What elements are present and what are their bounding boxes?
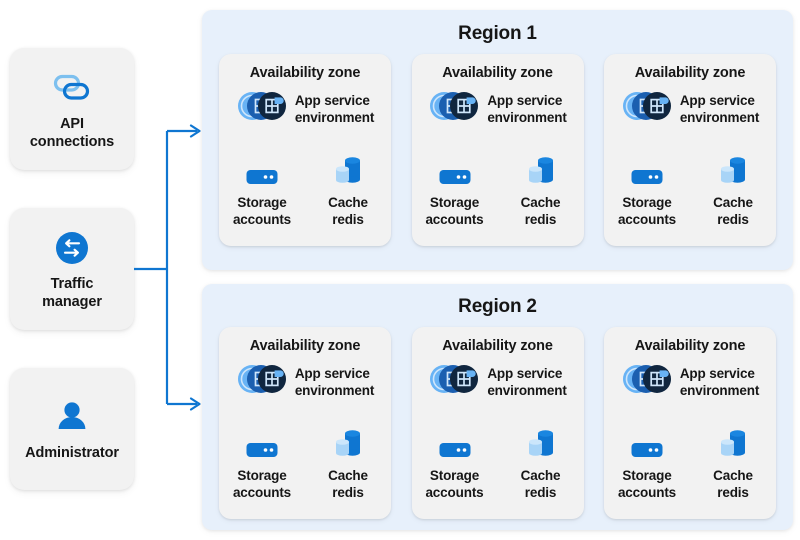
service-storage-accounts[interactable]: Storage accounts bbox=[228, 147, 296, 228]
app-service-environment-label: App service environment bbox=[487, 92, 567, 125]
api-connections-icon bbox=[52, 67, 92, 109]
sidebar-item-label: API connections bbox=[29, 116, 115, 150]
service-label: Storage accounts bbox=[232, 468, 292, 500]
availability-zone-title: Availability zone bbox=[634, 338, 746, 354]
region-panel-1: Region 1 Availability zone App service e… bbox=[202, 10, 793, 270]
app-service-environment-icon bbox=[621, 88, 673, 129]
availability-zone-card[interactable]: Availability zone App service environmen… bbox=[411, 327, 584, 519]
availability-zone-title: Availability zone bbox=[634, 65, 746, 81]
availability-zone-list: Availability zone App service environmen… bbox=[202, 54, 793, 246]
services-row: Storage accounts Cache redis bbox=[420, 147, 576, 228]
storage-accounts-icon bbox=[245, 420, 279, 460]
app-service-environment-label: App service environment bbox=[294, 365, 375, 398]
region-panel-2: Region 2 Availability zone App service e… bbox=[202, 284, 793, 530]
traffic-manager-icon bbox=[53, 227, 91, 269]
app-service-environment-row: App service environment bbox=[420, 361, 576, 402]
services-row: Storage accounts Cache redis bbox=[227, 420, 383, 501]
app-service-environment-icon bbox=[428, 88, 480, 129]
service-storage-accounts[interactable]: Storage accounts bbox=[613, 420, 681, 501]
storage-accounts-icon bbox=[630, 147, 664, 187]
sidebar-item-api-connections[interactable]: API connections bbox=[10, 48, 134, 170]
service-label: Storage accounts bbox=[617, 195, 677, 227]
service-cache-redis[interactable]: Cache redis bbox=[699, 420, 767, 501]
app-service-environment-label: App service environment bbox=[487, 365, 567, 398]
sidebar-item-administrator[interactable]: Administrator bbox=[10, 368, 134, 490]
app-service-environment-label: App service environment bbox=[679, 92, 760, 125]
service-storage-accounts[interactable]: Storage accounts bbox=[228, 420, 296, 501]
arrowhead-region-1 bbox=[189, 124, 201, 138]
service-label: Storage accounts bbox=[617, 468, 677, 500]
availability-zone-title: Availability zone bbox=[249, 65, 361, 81]
service-cache-redis[interactable]: Cache redis bbox=[507, 420, 575, 501]
availability-zone-title: Availability zone bbox=[442, 338, 553, 354]
app-service-environment-row: App service environment bbox=[420, 88, 576, 129]
service-label: Storage accounts bbox=[425, 468, 484, 500]
services-row: Storage accounts Cache redis bbox=[612, 147, 768, 228]
app-service-environment-icon bbox=[621, 361, 673, 402]
availability-zone-title: Availability zone bbox=[442, 65, 553, 81]
app-service-environment-row: App service environment bbox=[227, 88, 383, 129]
cache-redis-icon bbox=[331, 420, 365, 460]
app-service-environment-icon bbox=[236, 361, 288, 402]
service-storage-accounts[interactable]: Storage accounts bbox=[421, 420, 489, 501]
service-storage-accounts[interactable]: Storage accounts bbox=[613, 147, 681, 228]
app-service-environment-row: App service environment bbox=[227, 361, 383, 402]
services-row: Storage accounts Cache redis bbox=[612, 420, 768, 501]
sidebar-item-label: Administrator bbox=[25, 445, 119, 461]
service-label: Storage accounts bbox=[232, 195, 292, 227]
app-service-environment-icon bbox=[428, 361, 480, 402]
services-row: Storage accounts Cache redis bbox=[420, 420, 576, 501]
storage-accounts-icon bbox=[245, 147, 279, 187]
administrator-icon bbox=[55, 396, 89, 438]
services-row: Storage accounts Cache redis bbox=[227, 147, 383, 228]
cache-redis-icon bbox=[524, 147, 558, 187]
service-label: Cache redis bbox=[520, 195, 561, 227]
service-storage-accounts[interactable]: Storage accounts bbox=[421, 147, 489, 228]
sidebar-item-label: Traffic manager bbox=[42, 276, 102, 310]
availability-zone-card[interactable]: Availability zone App service environmen… bbox=[411, 54, 584, 246]
app-service-environment-icon bbox=[236, 88, 288, 129]
service-cache-redis[interactable]: Cache redis bbox=[314, 147, 382, 228]
service-label: Cache redis bbox=[328, 468, 368, 500]
availability-zone-card[interactable]: Availability zone App service environmen… bbox=[219, 327, 391, 519]
availability-zone-card[interactable]: Availability zone App service environmen… bbox=[604, 54, 776, 246]
service-label: Storage accounts bbox=[425, 195, 484, 227]
sidebar-item-traffic-manager[interactable]: Traffic manager bbox=[10, 208, 134, 330]
arrowhead-region-2 bbox=[189, 397, 201, 411]
storage-accounts-icon bbox=[438, 147, 472, 187]
availability-zone-list: Availability zone App service environmen… bbox=[202, 327, 793, 519]
cache-redis-icon bbox=[524, 420, 558, 460]
availability-zone-card[interactable]: Availability zone App service environmen… bbox=[604, 327, 776, 519]
cache-redis-icon bbox=[331, 147, 365, 187]
service-cache-redis[interactable]: Cache redis bbox=[507, 147, 575, 228]
service-label: Cache redis bbox=[713, 468, 753, 500]
service-label: Cache redis bbox=[520, 468, 561, 500]
availability-zone-title: Availability zone bbox=[249, 338, 361, 354]
app-service-environment-row: App service environment bbox=[612, 88, 768, 129]
service-cache-redis[interactable]: Cache redis bbox=[314, 420, 382, 501]
region-title: Region 2 bbox=[458, 296, 537, 317]
cache-redis-icon bbox=[716, 147, 750, 187]
service-cache-redis[interactable]: Cache redis bbox=[699, 147, 767, 228]
storage-accounts-icon bbox=[438, 420, 472, 460]
app-service-environment-label: App service environment bbox=[294, 92, 375, 125]
architecture-diagram: API connections Traffic manager Administ… bbox=[0, 0, 800, 540]
service-label: Cache redis bbox=[328, 195, 368, 227]
app-service-environment-label: App service environment bbox=[679, 365, 760, 398]
app-service-environment-row: App service environment bbox=[612, 361, 768, 402]
region-title: Region 1 bbox=[458, 23, 537, 44]
availability-zone-card[interactable]: Availability zone App service environmen… bbox=[219, 54, 391, 246]
cache-redis-icon bbox=[716, 420, 750, 460]
service-label: Cache redis bbox=[713, 195, 753, 227]
storage-accounts-icon bbox=[630, 420, 664, 460]
